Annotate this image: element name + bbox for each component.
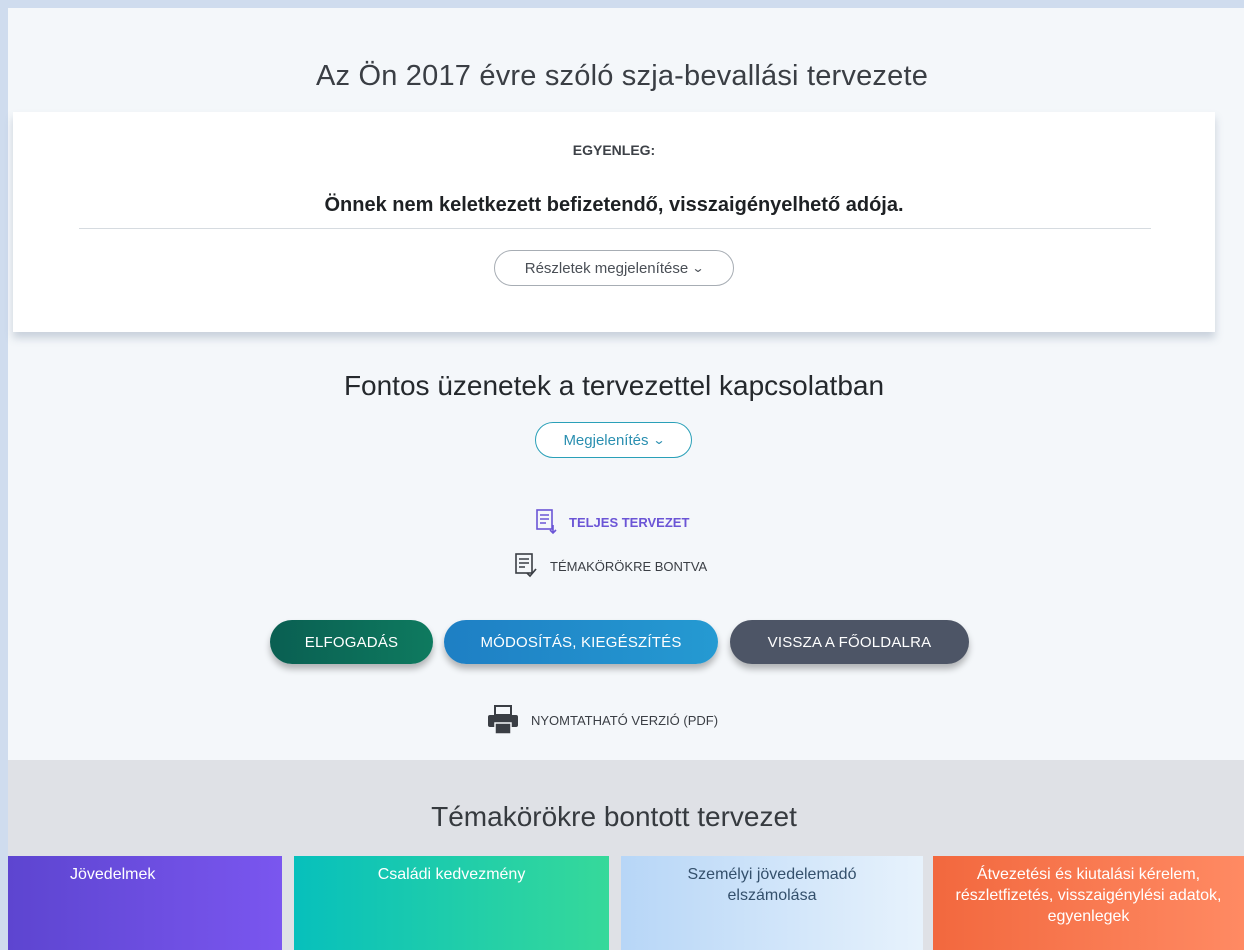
balance-label: EGYENLEG: <box>572 142 656 158</box>
balance-message: Önnek nem keletkezett befizetendő, vissz… <box>324 194 904 216</box>
by-topic-link[interactable]: TÉMAKÖRÖKRE BONTVA <box>514 553 707 579</box>
accept-button[interactable]: ELFOGADÁS <box>270 620 433 664</box>
topic-tile-label: Jövedelmek <box>70 866 156 883</box>
topic-tile-label: Személyi jövedelemadó elszámolása <box>687 866 857 904</box>
show-details-label: Részletek megjelenítése <box>524 259 689 277</box>
topic-tile-income-tax-settlement[interactable]: Személyi jövedelemadó elszámolása <box>621 856 923 950</box>
chevron-down-icon: ⌄ <box>651 433 666 447</box>
printer-icon <box>488 705 518 735</box>
modify-button[interactable]: MÓDOSÍTÁS, KIEGÉSZÍTÉS <box>444 620 718 664</box>
topic-tile-family-allowance[interactable]: Családi kedvezmény <box>294 856 609 950</box>
by-topic-label: TÉMAKÖRÖKRE BONTVA <box>550 558 708 574</box>
printable-version-label: NYOMTATHATÓ VERZIÓ (PDF) <box>531 712 719 728</box>
back-to-home-button[interactable]: VISSZA A FŐOLDALRA <box>730 620 969 664</box>
printable-version-link[interactable]: NYOMTATHATÓ VERZIÓ (PDF) <box>487 705 718 735</box>
topic-tile-label: Átvezetési és kiutalási kérelem, részlet… <box>955 866 1222 925</box>
document-download-icon <box>536 509 557 535</box>
page: Az Ön 2017 évre szóló szja-bevallási ter… <box>8 8 1244 950</box>
show-details-button[interactable]: Részletek megjelenítése ⌄ <box>494 250 734 286</box>
full-draft-link[interactable]: TELJES TERVEZET <box>535 509 689 535</box>
balance-card: EGYENLEG: Önnek nem keletkezett befizete… <box>13 112 1215 332</box>
show-messages-button[interactable]: Megjelenítés ⌄ <box>535 422 692 458</box>
topics-title: Témakörökre bontott tervezet <box>431 801 797 832</box>
document-check-icon <box>515 553 537 578</box>
topic-tile-income[interactable]: Jövedelmek <box>8 856 282 950</box>
show-messages-label: Megjelenítés <box>563 431 649 449</box>
card-divider <box>79 228 1151 229</box>
full-draft-label: TELJES TERVEZET <box>569 514 690 530</box>
topic-tile-transfer-request[interactable]: Átvezetési és kiutalási kérelem, részlet… <box>933 856 1244 950</box>
topic-tile-label: Családi kedvezmény <box>377 866 526 883</box>
page-title: Az Ön 2017 évre szóló szja-bevallási ter… <box>315 60 929 92</box>
messages-title: Fontos üzenetek a tervezettel kapcsolatb… <box>343 370 885 401</box>
chevron-down-icon: ⌄ <box>691 261 705 275</box>
